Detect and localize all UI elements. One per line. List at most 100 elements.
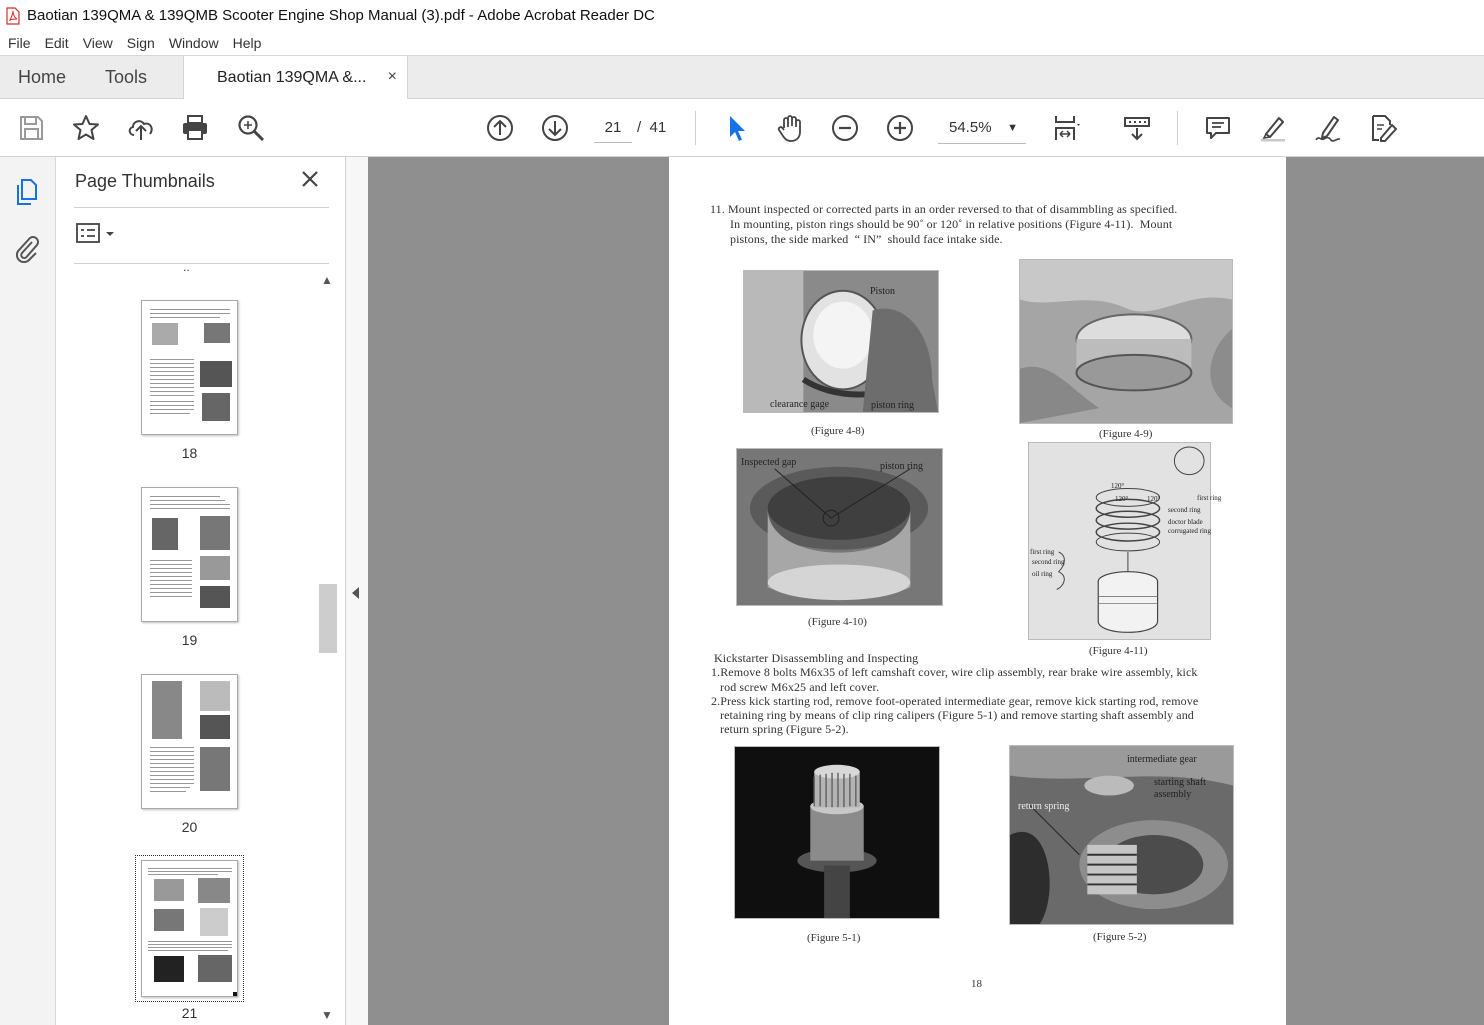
collapse-panel-handle[interactable] [346,157,368,1025]
menu-window[interactable]: Window [169,35,219,51]
figure-5-1-photo [734,746,940,919]
chevron-down-icon: ▼ [1007,122,1018,134]
menu-sign[interactable]: Sign [127,35,155,51]
zoom-in-icon[interactable] [884,112,916,144]
thumbnail-page-number: 19 [181,632,198,648]
step-11-line-3: pistons, the side marked “ IN” should fa… [730,232,1003,246]
close-tab-icon[interactable]: × [388,68,397,86]
zoom-level-value: 54.5% [949,119,992,136]
bookmark-star-icon[interactable] [70,112,102,144]
comment-icon[interactable] [1202,112,1234,144]
thumbnail-page-21[interactable] [141,860,238,997]
label-piston: Piston [870,286,896,297]
kickstarter-heading: Kickstarter Disassembling and Inspecting [714,651,919,665]
figure-4-9-photo [1019,259,1233,424]
thumbnail-page-number: 20 [181,819,198,835]
label-piston-ring-gap: piston ring [880,461,924,472]
pdf-page: 11. Mount inspected or corrected parts i… [669,157,1286,1025]
panel-divider [74,207,329,208]
page-thumbnails-icon[interactable] [12,177,42,207]
tab-tools[interactable]: Tools [105,56,147,99]
page-number-input[interactable]: 21 [594,113,632,143]
toolbar [0,99,1484,157]
figure-4-8-caption: (Figure 4-8) [811,425,865,437]
thumbnail-options-menu[interactable] [76,221,121,247]
step-1-line-2: rod screw M6x25 and left cover. [720,680,880,694]
title-bar: Baotian 139QMA & 139QMB Scooter Engine S… [0,0,1484,31]
search-zoom-icon[interactable] [235,112,267,144]
previous-page-icon[interactable] [484,112,516,144]
step-11-line-2: In mounting, piston rings should be 90˚ … [730,217,1173,231]
hand-tool-icon[interactable] [774,112,806,144]
label-oil-ring: oil ring [1032,570,1053,578]
thumbnail-page-number: 21 [181,1005,198,1021]
label-second-ring-side: second ring [1032,558,1065,566]
step-2-line-3: return spring (Figure 5-2). [720,722,849,736]
label-first-ring: first ring [1197,494,1222,502]
zoom-out-icon[interactable] [829,112,861,144]
angle-label-top: 120° [1111,482,1125,490]
attachment-paperclip-icon[interactable] [12,233,42,263]
close-panel-icon[interactable] [300,169,320,189]
acrobat-pdf-icon [6,6,20,25]
menu-edit[interactable]: Edit [45,35,69,51]
figure-4-10-caption: (Figure 4-10) [808,616,867,628]
figure-5-2-caption: (Figure 5-2) [1093,931,1147,943]
page-fit-icon[interactable] [1051,112,1083,144]
printed-page-number: 18 [971,978,982,990]
thumbnail-page-20[interactable] [141,674,238,809]
scroll-up-arrow[interactable]: ▲ [320,273,334,287]
document-view[interactable]: 11. Mount inspected or corrected parts i… [368,157,1484,1025]
total-pages: 41 [649,119,667,136]
zoom-level-dropdown[interactable]: 54.5% ▼ [938,113,1026,144]
tab-row: Home Tools Baotian 139QMA &... × [0,55,1484,100]
next-page-icon[interactable] [539,112,571,144]
step-1-line-1: 1.Remove 8 bolts M6x35 of left camshaft … [711,665,1198,679]
highlight-pen-icon[interactable] [1257,112,1289,144]
thumbnail-page-19[interactable] [141,487,238,622]
step-2-line-2: retaining ring by means of clip ring cal… [720,708,1194,722]
print-icon[interactable] [179,112,211,144]
menu-bar: File Edit View Sign Window Help [0,31,1484,55]
tab-document[interactable]: Baotian 139QMA &... × [183,56,408,100]
angle-label-left: 120° [1115,495,1129,503]
step-2-line-1: 2.Press kick starting rod, remove foot-o… [711,694,1199,708]
upload-cloud-icon[interactable] [125,112,157,144]
page-separator: / [637,119,642,136]
label-return-spring: return spring [1018,801,1070,812]
window-title: Baotian 139QMA & 139QMB Scooter Engine S… [27,7,655,24]
collapse-left-arrow-icon[interactable] [352,587,359,599]
figure-4-9-caption: (Figure 4-9) [1099,428,1153,440]
thumbnail-scroll-dots: .. [183,260,190,274]
panel-divider [74,263,329,264]
figure-5-2-photo [1009,745,1234,925]
menu-help[interactable]: Help [233,35,262,51]
sign-icon[interactable] [1312,112,1344,144]
edit-pdf-icon[interactable] [1367,112,1399,144]
thumbnail-page-number: 18 [181,445,198,461]
thumbnail-page-18[interactable] [141,300,238,435]
label-assembly: assembly [1154,789,1192,800]
toolbar-divider [695,111,696,145]
select-cursor-icon[interactable] [720,112,752,144]
scroll-mode-icon[interactable] [1121,112,1153,144]
figure-4-11-caption: (Figure 4-11) [1089,645,1148,657]
label-second-ring: second ring [1168,506,1201,514]
tab-document-label: Baotian 139QMA &... [217,69,367,86]
label-clearance-gage: clearance gage [770,399,830,410]
figure-4-11-diagram [1028,442,1211,640]
label-first-ring-side: first ring [1030,548,1055,556]
label-intermediate-gear: intermediate gear [1127,754,1197,765]
menu-view[interactable]: View [83,35,113,51]
scroll-down-arrow[interactable]: ▼ [320,1008,334,1022]
page-count: / 41 [637,119,666,136]
navigation-rail [0,157,56,1025]
save-icon[interactable] [15,112,47,144]
toolbar-divider [1177,111,1178,145]
label-piston-ring: piston ring [871,400,915,411]
step-11-line-1: 11. Mount inspected or corrected parts i… [710,202,1178,216]
label-inspected-gap: Inspected gap [741,457,797,468]
tab-home[interactable]: Home [18,56,66,99]
thumbnail-scrollbar-thumb[interactable] [319,584,337,653]
menu-file[interactable]: File [8,35,31,51]
